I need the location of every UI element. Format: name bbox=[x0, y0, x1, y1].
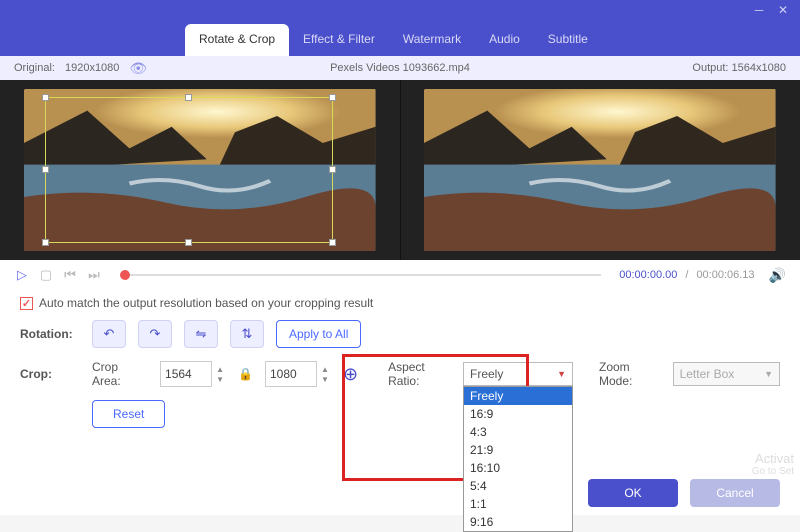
lock-aspect-icon[interactable]: 🔒 bbox=[238, 367, 253, 381]
automatch-row: ✓ Auto match the output resolution based… bbox=[20, 296, 780, 310]
crop-handle-sw[interactable] bbox=[42, 239, 49, 246]
rotation-row: Rotation: ↶ ↷ ⇋ ⇅ Apply to All bbox=[20, 320, 780, 348]
tab-audio[interactable]: Audio bbox=[475, 24, 534, 56]
zoom-mode-value: Letter Box bbox=[680, 367, 735, 381]
info-bar: Original: 1920x1080 👁 Pexels Videos 1093… bbox=[0, 56, 800, 80]
filename-label: Pexels Videos 1093662.mp4 bbox=[330, 62, 470, 74]
crop-width-input[interactable]: 1564 bbox=[160, 361, 212, 387]
aspect-option-16-10[interactable]: 16:10 bbox=[464, 459, 572, 477]
crop-handle-s[interactable] bbox=[185, 239, 192, 246]
controls-panel: ✓ Auto match the output resolution based… bbox=[0, 290, 800, 440]
tab-watermark[interactable]: Watermark bbox=[389, 24, 475, 56]
center-crop-icon[interactable]: ⊕ bbox=[343, 364, 358, 385]
aspect-ratio-label: Aspect Ratio: bbox=[388, 360, 455, 388]
chevron-down-icon: ▼ bbox=[764, 369, 773, 379]
aspect-option-5-4[interactable]: 5:4 bbox=[464, 477, 572, 495]
reset-row: Reset bbox=[20, 400, 780, 428]
flip-horizontal-button[interactable]: ⇋ bbox=[184, 320, 218, 348]
crop-handle-e[interactable] bbox=[329, 166, 336, 173]
rotate-cw-icon: ↷ bbox=[150, 326, 161, 342]
aspect-option-freely[interactable]: Freely bbox=[464, 387, 572, 405]
aspect-ratio-select[interactable]: Freely ▼ bbox=[463, 362, 573, 386]
crop-height-up[interactable]: ▲ bbox=[319, 364, 331, 374]
original-value: 1920x1080 bbox=[65, 62, 119, 74]
tab-rotate-crop[interactable]: Rotate & Crop bbox=[185, 24, 289, 56]
original-label: Original: bbox=[14, 62, 55, 74]
zoom-mode-select[interactable]: Letter Box ▼ bbox=[673, 362, 780, 386]
automatch-checkbox[interactable]: ✓ bbox=[20, 297, 33, 310]
crop-height-down[interactable]: ▼ bbox=[319, 374, 331, 384]
crop-label: Crop: bbox=[20, 367, 80, 381]
crop-rectangle[interactable] bbox=[45, 97, 333, 243]
aspect-ratio-dropdown: Freely 16:9 4:3 21:9 16:10 5:4 1:1 9:16 bbox=[463, 386, 573, 532]
preview-original bbox=[0, 80, 400, 260]
output-value: 1564x1080 bbox=[732, 62, 786, 74]
titlebar: ─ ✕ bbox=[0, 0, 800, 20]
aspect-option-9-16[interactable]: 9:16 bbox=[464, 513, 572, 531]
crop-handle-n[interactable] bbox=[185, 94, 192, 101]
minimize-button[interactable]: ─ bbox=[750, 3, 768, 17]
crop-handle-ne[interactable] bbox=[329, 94, 336, 101]
crop-width-up[interactable]: ▲ bbox=[214, 364, 226, 374]
reset-button[interactable]: Reset bbox=[92, 400, 165, 428]
aspect-ratio-value: Freely bbox=[470, 367, 503, 381]
crop-handle-w[interactable] bbox=[42, 166, 49, 173]
crop-height-input[interactable]: 1080 bbox=[265, 361, 317, 387]
play-button[interactable]: ▷ bbox=[14, 267, 30, 283]
crop-area-label: Crop Area: bbox=[92, 360, 148, 388]
close-button[interactable]: ✕ bbox=[774, 3, 792, 17]
aspect-option-21-9[interactable]: 21:9 bbox=[464, 441, 572, 459]
rotation-label: Rotation: bbox=[20, 327, 80, 341]
time-total: 00:00:06.13 bbox=[696, 269, 754, 281]
tab-subtitle[interactable]: Subtitle bbox=[534, 24, 602, 56]
preview-eye-icon[interactable]: 👁 bbox=[129, 60, 147, 77]
flip-vertical-button[interactable]: ⇅ bbox=[230, 320, 264, 348]
chevron-down-icon: ▼ bbox=[557, 369, 566, 379]
aspect-option-16-9[interactable]: 16:9 bbox=[464, 405, 572, 423]
stop-button[interactable]: ▢ bbox=[38, 267, 54, 283]
preview-output bbox=[400, 80, 800, 260]
rotate-ccw-button[interactable]: ↶ bbox=[92, 320, 126, 348]
next-frame-button[interactable]: ⏭ bbox=[86, 267, 102, 283]
volume-icon[interactable]: 🔊 bbox=[769, 267, 786, 284]
crop-handle-se[interactable] bbox=[329, 239, 336, 246]
flip-v-icon: ⇅ bbox=[242, 326, 253, 342]
tab-bar: Rotate & Crop Effect & Filter Watermark … bbox=[0, 20, 800, 56]
crop-width-down[interactable]: ▼ bbox=[214, 374, 226, 384]
automatch-label: Auto match the output resolution based o… bbox=[39, 296, 373, 310]
prev-frame-button[interactable]: ⏮ bbox=[62, 267, 78, 283]
time-sep: / bbox=[685, 269, 688, 281]
ok-button[interactable]: OK bbox=[588, 479, 678, 507]
flip-h-icon: ⇋ bbox=[196, 326, 207, 342]
apply-to-all-button[interactable]: Apply to All bbox=[276, 320, 361, 348]
time-current: 00:00:00.00 bbox=[619, 269, 677, 281]
crop-row: Crop: Crop Area: 1564 ▲▼ 🔒 1080 ▲▼ ⊕ Asp… bbox=[20, 360, 780, 388]
playback-bar: ▷ ▢ ⏮ ⏭ 00:00:00.00 / 00:00:06.13 🔊 bbox=[0, 260, 800, 290]
zoom-mode-label: Zoom Mode: bbox=[599, 360, 665, 388]
crop-handle-nw[interactable] bbox=[42, 94, 49, 101]
footer: OK Cancel bbox=[0, 471, 800, 515]
timeline-playhead[interactable] bbox=[120, 270, 130, 280]
timeline-slider[interactable] bbox=[120, 274, 601, 276]
rotate-cw-button[interactable]: ↷ bbox=[138, 320, 172, 348]
aspect-option-4-3[interactable]: 4:3 bbox=[464, 423, 572, 441]
rotate-ccw-icon: ↶ bbox=[104, 326, 115, 342]
preview-area bbox=[0, 80, 800, 260]
aspect-option-1-1[interactable]: 1:1 bbox=[464, 495, 572, 513]
tab-effect-filter[interactable]: Effect & Filter bbox=[289, 24, 389, 56]
cancel-button[interactable]: Cancel bbox=[690, 479, 780, 507]
output-label: Output: bbox=[692, 62, 728, 74]
